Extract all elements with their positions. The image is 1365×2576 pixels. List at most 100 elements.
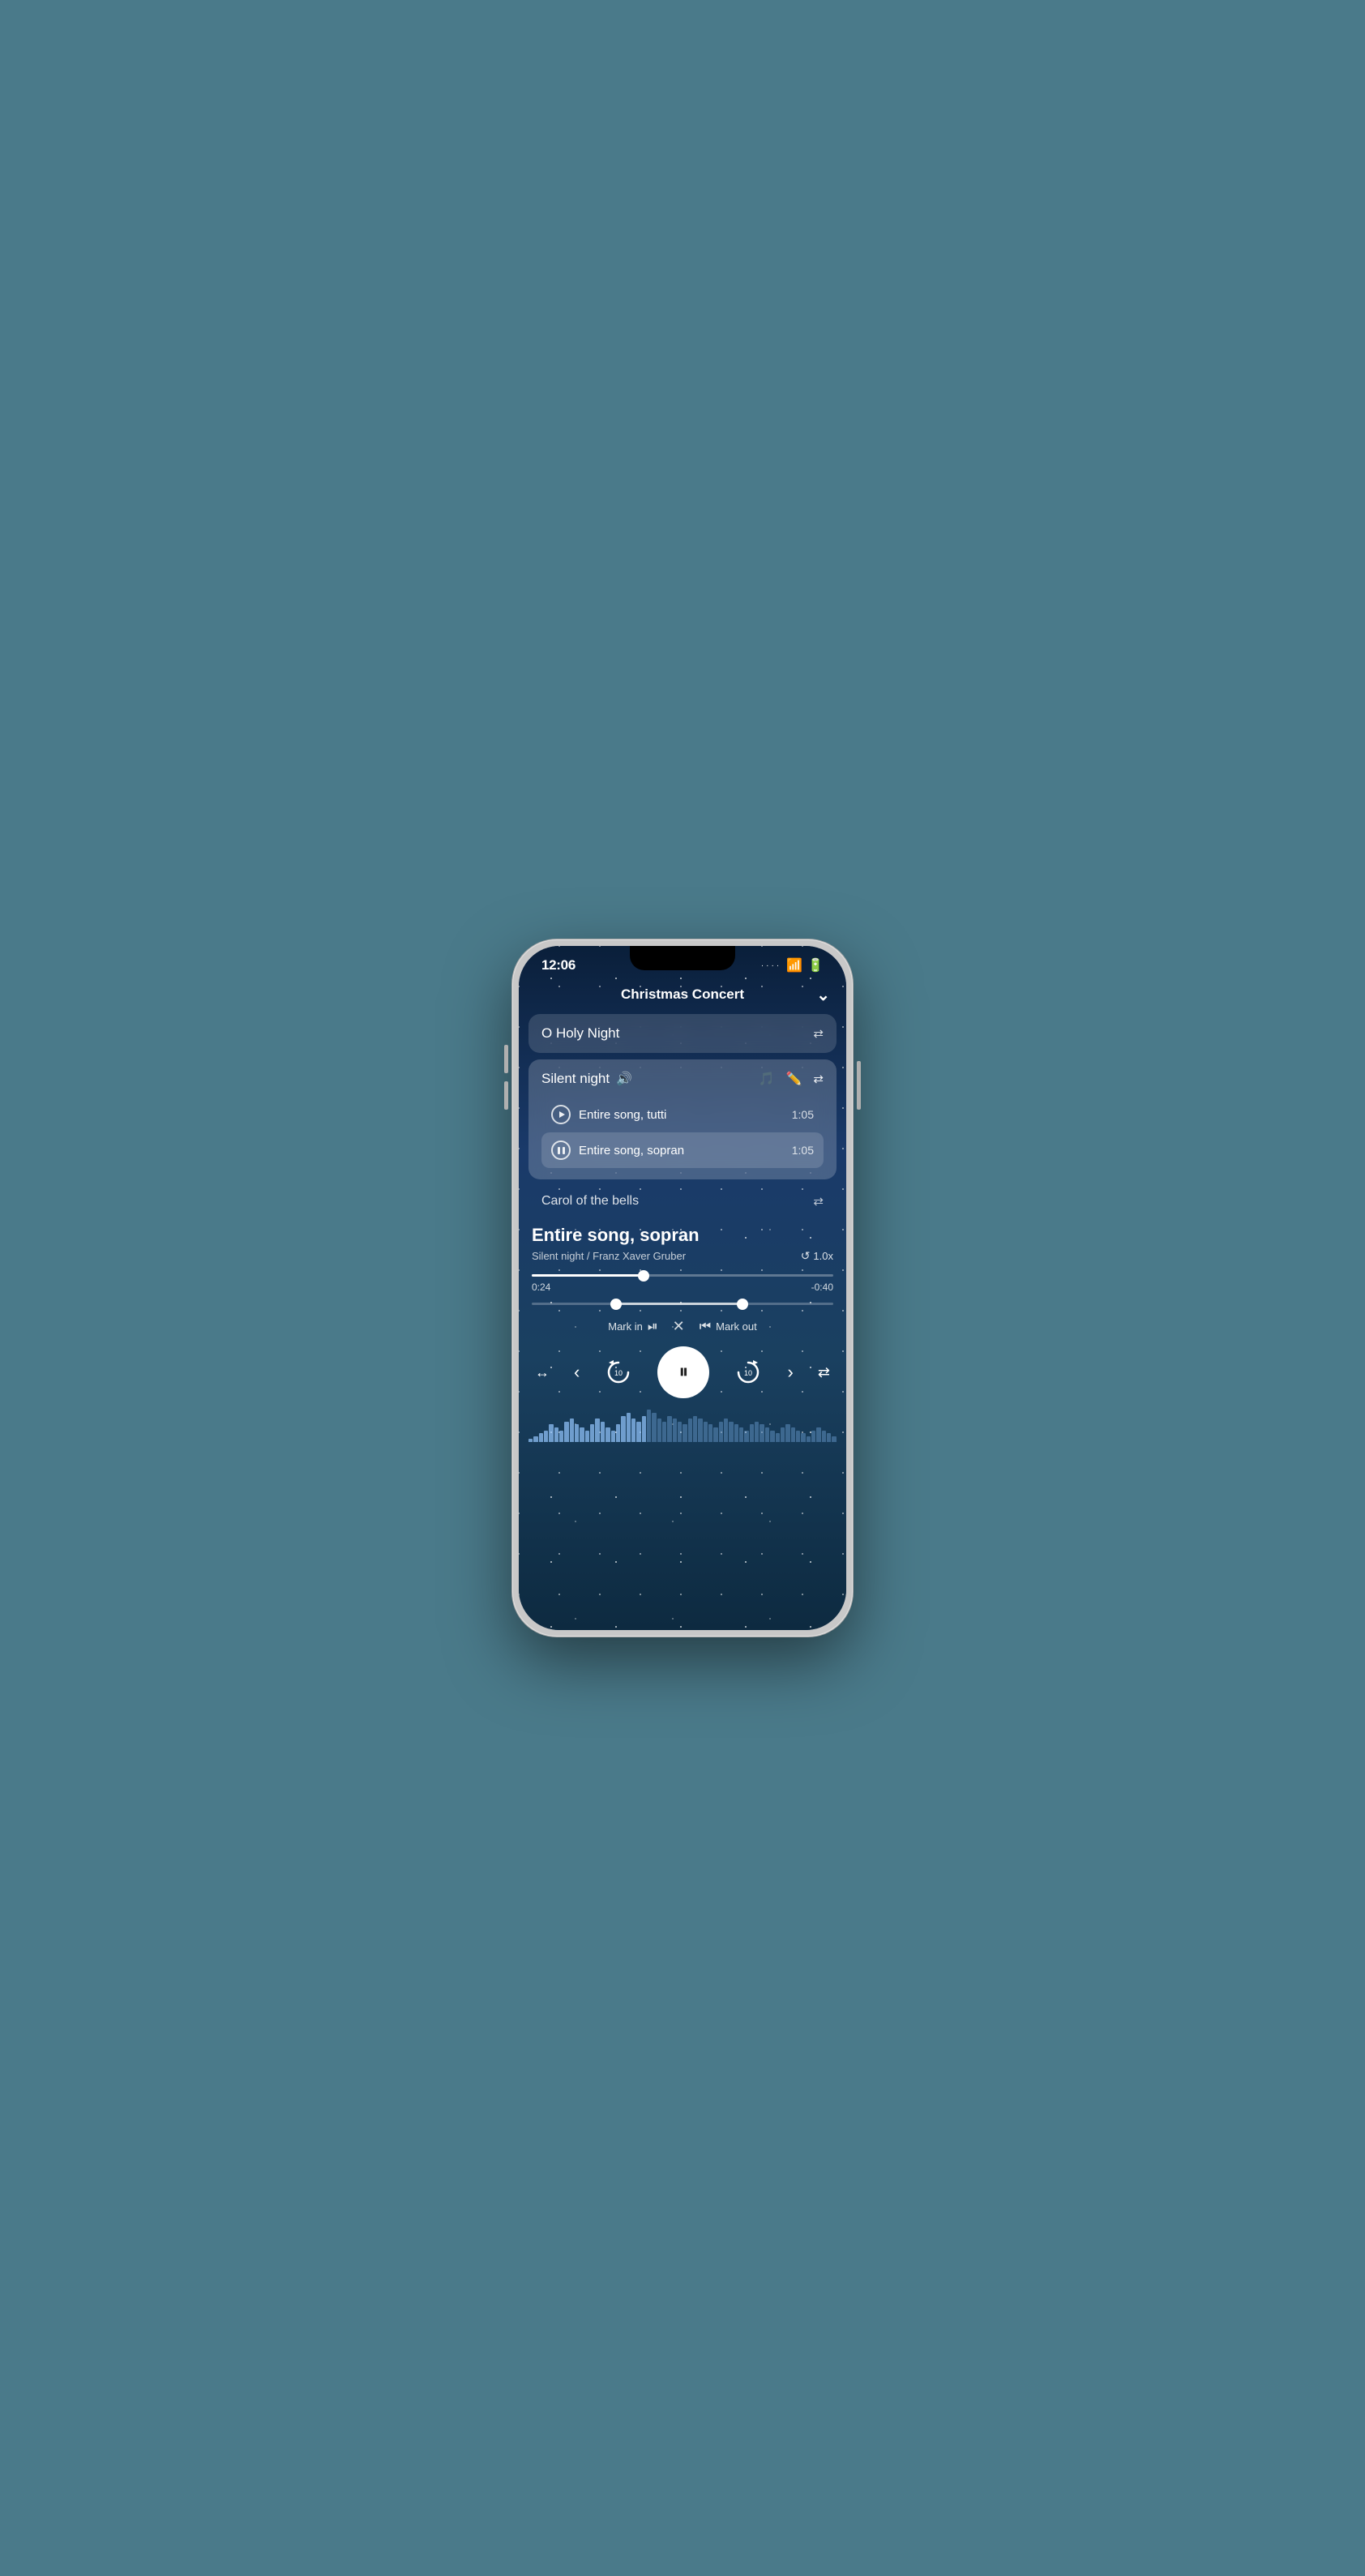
wave-bar — [719, 1422, 723, 1442]
wave-bar — [770, 1431, 774, 1442]
wave-bar — [559, 1431, 563, 1442]
wave-bar — [570, 1419, 574, 1442]
now-playing-subtitle: Silent night / Franz Xaver Gruber — [532, 1250, 686, 1262]
wave-bar — [657, 1419, 661, 1442]
mark-in-button[interactable]: Mark in ⏯ — [608, 1320, 657, 1334]
remaining-time: -0:40 — [811, 1282, 833, 1293]
speed-control[interactable]: ↺ 1.0x — [801, 1249, 833, 1263]
repeat-icon-o-holy-night[interactable]: ⇄ — [813, 1026, 824, 1041]
wave-bar — [590, 1424, 594, 1442]
wave-bar — [807, 1436, 811, 1442]
wave-bar — [595, 1419, 599, 1442]
progress-bar[interactable] — [532, 1274, 833, 1277]
repeat-button[interactable]: ⇄ — [818, 1364, 830, 1381]
wave-bar — [601, 1422, 605, 1442]
play-triangle-icon — [559, 1111, 565, 1118]
wave-bar — [667, 1416, 671, 1442]
next-icon: › — [787, 1362, 793, 1383]
wave-bar — [822, 1431, 826, 1442]
wave-bar — [698, 1419, 702, 1442]
song-item-carol[interactable]: Carol of the bells ⇄ — [528, 1186, 837, 1217]
playlist-title: Christmas Concert — [621, 986, 744, 1003]
wave-bar — [585, 1431, 589, 1442]
wave-bar — [678, 1422, 682, 1442]
mark-in-icon: ⏯ — [648, 1320, 658, 1334]
wave-bar — [605, 1427, 610, 1442]
notch — [630, 946, 735, 970]
progress-fill — [532, 1274, 644, 1277]
transport-controls: ↔ ‹ 10 ⏸ — [532, 1346, 833, 1410]
wave-bar — [539, 1433, 543, 1442]
loop-start-thumb[interactable] — [610, 1299, 622, 1310]
next-button[interactable]: › — [787, 1362, 793, 1383]
prev-icon: ‹ — [574, 1362, 580, 1383]
track-label-tutti: Entire song, tutti — [579, 1108, 666, 1122]
wave-bar — [627, 1413, 631, 1442]
queue-icon[interactable]: 🎵 — [759, 1071, 775, 1087]
loop-end-thumb[interactable] — [737, 1299, 748, 1310]
wave-bar — [729, 1422, 733, 1442]
progress-times: 0:24 -0:40 — [532, 1282, 833, 1293]
mark-in-label: Mark in — [608, 1320, 643, 1333]
wave-bar — [713, 1427, 717, 1442]
repeat-icon-silent-night[interactable]: ⇄ — [813, 1072, 824, 1086]
phone-frame: 12:06 ···· 📶 🔋 Christmas Concert ⌄ O Hol… — [512, 939, 853, 1637]
player-section: Entire song, sopran Silent night / Franz… — [519, 1217, 846, 1410]
play-pause-button[interactable]: ⏸ — [657, 1346, 709, 1398]
volume-up-button[interactable] — [504, 1045, 508, 1073]
speaker-icon: 🔊 — [616, 1071, 632, 1087]
mark-out-icon: ⏮ — [700, 1320, 711, 1334]
phone-screen: 12:06 ···· 📶 🔋 Christmas Concert ⌄ O Hol… — [519, 946, 846, 1630]
wave-bar — [621, 1416, 625, 1442]
now-playing-title: Entire song, sopran — [532, 1225, 833, 1246]
wave-bar — [549, 1424, 553, 1442]
volume-down-button[interactable] — [504, 1081, 508, 1110]
edit-icon[interactable]: ✏️ — [786, 1071, 802, 1087]
clear-loop-button[interactable]: ✕ — [673, 1318, 685, 1335]
wifi-icon: 📶 — [786, 957, 802, 973]
replay-button[interactable]: 10 — [604, 1358, 633, 1387]
wave-bar — [682, 1424, 687, 1442]
song-item-silent-night[interactable]: Silent night 🔊 🎵 ✏️ ⇄ Ent — [528, 1059, 837, 1179]
track-duration-sopran: 1:05 — [792, 1144, 814, 1157]
song-item-o-holy-night[interactable]: O Holy Night ⇄ — [528, 1014, 837, 1053]
wave-bar — [631, 1419, 635, 1442]
wave-bar — [564, 1422, 568, 1442]
track-item-sopran[interactable]: Entire song, sopran 1:05 — [541, 1132, 824, 1168]
current-time: 0:24 — [532, 1282, 550, 1293]
wave-bar — [575, 1424, 579, 1442]
wave-bar — [816, 1427, 820, 1442]
wave-bar — [580, 1427, 584, 1442]
wave-bar — [708, 1424, 712, 1442]
repeat-transport-icon: ⇄ — [818, 1364, 830, 1381]
wave-bar — [704, 1422, 708, 1442]
progress-thumb[interactable] — [638, 1270, 649, 1282]
forward-button[interactable]: 10 — [734, 1358, 763, 1387]
play-button-tutti[interactable] — [551, 1105, 571, 1124]
replay-10-icon: 10 — [604, 1358, 633, 1387]
wave-bar — [544, 1431, 548, 1442]
power-button[interactable] — [857, 1061, 861, 1110]
expand-button[interactable]: ↔ — [535, 1364, 550, 1381]
wave-bar — [739, 1427, 743, 1442]
svg-text:10: 10 — [614, 1369, 623, 1377]
speed-icon: ↺ — [801, 1249, 811, 1263]
wave-bar — [750, 1424, 754, 1442]
mark-controls: Mark in ⏯ ✕ ⏮ Mark out — [532, 1318, 833, 1335]
song-title-carol: Carol of the bells — [541, 1194, 639, 1209]
repeat-icon-carol[interactable]: ⇄ — [813, 1194, 824, 1209]
loop-slider[interactable] — [532, 1303, 833, 1305]
previous-button[interactable]: ‹ — [574, 1362, 580, 1383]
wave-bar — [642, 1416, 646, 1442]
pause-icon-sopran — [558, 1147, 565, 1154]
wave-bar — [673, 1419, 677, 1442]
song-title-silent-night: Silent night — [541, 1071, 610, 1087]
track-item-tutti[interactable]: Entire song, tutti 1:05 — [541, 1097, 824, 1132]
player-header: Christmas Concert ⌄ — [519, 980, 846, 1014]
wave-bar — [647, 1410, 651, 1442]
song-title-o-holy-night: O Holy Night — [541, 1025, 619, 1042]
collapse-button[interactable]: ⌄ — [816, 985, 830, 1005]
mark-out-button[interactable]: ⏮ Mark out — [700, 1320, 757, 1334]
wave-bar — [611, 1431, 615, 1442]
pause-button-sopran[interactable] — [551, 1140, 571, 1160]
